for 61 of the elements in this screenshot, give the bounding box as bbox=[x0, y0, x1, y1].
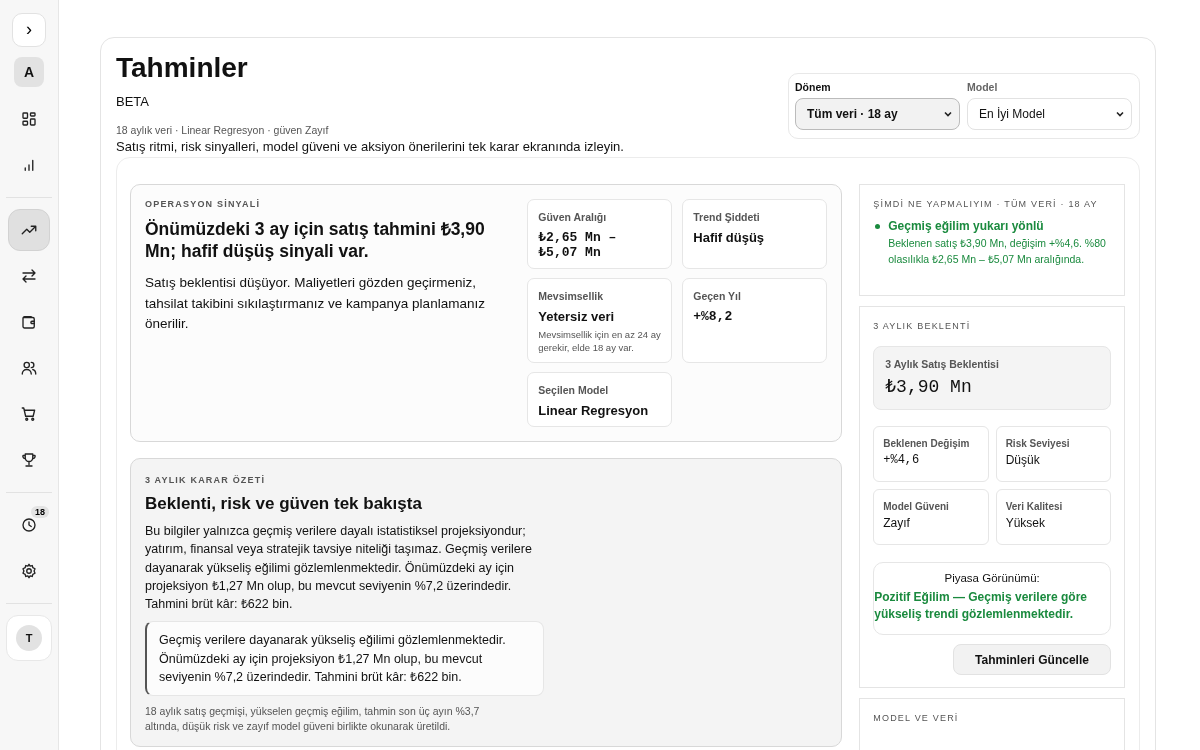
arrows-icon bbox=[20, 267, 38, 285]
page-title: Tahminler bbox=[116, 52, 249, 84]
section-eyebrow: 3 AYLIK KARAR ÖZETİ bbox=[145, 475, 267, 485]
users-icon bbox=[20, 359, 38, 377]
trophy-icon bbox=[20, 451, 38, 469]
metric-value: ₺2,65 Mn – ₺5,07 Mn bbox=[538, 230, 618, 260]
metric-value: Yüksek bbox=[1005, 516, 1046, 530]
metric-value: Linear Regresyon bbox=[538, 403, 650, 418]
filter-label: Dönem bbox=[795, 81, 832, 93]
summary-footnote: 18 aylık satış geçmişi, yükselen geçmiş eğilim, tahmin son üç ayın %3,7 altında, düşük risk ve zayıf model güveni birlikte okunarak üretildi. bbox=[145, 704, 481, 735]
metric-value: Zayıf bbox=[883, 516, 911, 530]
page-description: Satış ritmi, risk sinyalleri, model güveni ve aksiyon önerilerini tek karar ekranında izleyin. bbox=[116, 139, 624, 154]
beta-label: BETA bbox=[116, 94, 150, 109]
grid-icon bbox=[20, 110, 38, 128]
wallet-icon bbox=[20, 313, 38, 331]
metric-label: Seçilen Model bbox=[538, 384, 610, 396]
metric-value: +%8,2 bbox=[693, 309, 734, 324]
metric-value: +%4,6 bbox=[883, 453, 921, 467]
summary-title: Beklenti, risk ve güven tek bakışta bbox=[145, 494, 423, 514]
filter-label: Model bbox=[967, 81, 999, 93]
signal-headline: Önümüzdeki 3 ay için satış tahmini ₺3,90 Mn; hafif düşüş sinyali var. bbox=[145, 218, 486, 262]
forecast-label: 3 Aylık Satış Beklentisi bbox=[885, 358, 1000, 370]
chevron-down-icon bbox=[1115, 109, 1125, 119]
metric-value: Yetersiz veri bbox=[538, 309, 616, 324]
metric-label: Veri Kalitesi bbox=[1005, 501, 1064, 512]
update-button[interactable]: Tahminleri Güncelle bbox=[953, 644, 1111, 675]
summary-text: Bu bilgiler yalnızca geçmiş verilere dayalı istatistiksel projeksiyondur; yatırım, finansal veya stratejik tavsiye niteliği taşımaz. Geçmiş verilere dayanarak yükseliş eğilimi gözlemlenmektedir. Önümüzdeki ay için projeksiyon ₺1,27 Mn olup, bu mevcut seviyenin %7,2 üzerindedir. Tahmini brüt kâr: ₺622 bin. bbox=[145, 523, 533, 614]
metric-value: Hafif düşüş bbox=[693, 230, 766, 245]
chevron-down-icon bbox=[943, 109, 953, 119]
clock-icon bbox=[20, 516, 38, 534]
section-eyebrow: OPERASYON SİNYALİ bbox=[145, 199, 262, 209]
meta-text: 18 aylık veri · Linear Regresyon · güven Zayıf bbox=[116, 124, 330, 136]
metric-label: Beklenen Değişim bbox=[883, 438, 971, 449]
metric-label: Güven Aralığı bbox=[538, 211, 608, 223]
metric-label: Model Güveni bbox=[883, 501, 950, 512]
workspace-avatar[interactable]: A bbox=[14, 57, 44, 87]
sidebar-toggle[interactable]: › bbox=[12, 13, 46, 47]
market-text: Pozitif Eğilim — Geçmiş verilere göre yükseliş trendi gözlemlenmektedir. bbox=[874, 589, 1088, 623]
filter-select[interactable]: En İyi Model bbox=[967, 98, 1132, 130]
signal-text: Satış beklentisi düşüyor. Maliyetleri gözden geçirmeniz, tahsilat takibini sıkılaştırmanız ve kampanya planlamanız önerilir. bbox=[145, 274, 486, 333]
nav-item[interactable]: 18 bbox=[8, 504, 50, 546]
count-badge: 18 bbox=[31, 506, 49, 518]
metric-note: Mevsimsellik için en az 24 ay gerekir, elde 18 ay var. bbox=[538, 328, 662, 354]
section-eyebrow: MODEL VE VERİ bbox=[873, 713, 960, 723]
metric-label: Geçen Yıl bbox=[693, 290, 742, 302]
cart-icon bbox=[20, 405, 38, 423]
forecast-value: ₺3,90 Mn bbox=[885, 376, 973, 397]
metric-label: Trend Şiddeti bbox=[693, 211, 761, 223]
metric-label: Mevsimsellik bbox=[538, 290, 605, 302]
section-eyebrow: 3 AYLIK BEKLENTİ bbox=[873, 321, 972, 331]
market-label: Piyasa Görünümü: bbox=[943, 572, 1041, 584]
metric-value: Düşük bbox=[1005, 453, 1041, 467]
action-title: Geçmiş eğilim yukarı yönlü bbox=[888, 219, 1045, 233]
user-card[interactable]: T bbox=[6, 615, 52, 661]
metric-label: Risk Seviyesi bbox=[1005, 438, 1071, 449]
user-avatar: T bbox=[16, 625, 42, 651]
action-text: Beklenen satış ₺3,90 Mn, değişim +%4,6. %80 olasılıkla ₺2,65 Mn – ₺5,07 Mn aralığında. bbox=[888, 236, 1107, 267]
settings-icon bbox=[20, 562, 38, 580]
summary-quote: Geçmiş verilere dayanarak yükseliş eğilimi gözlemlenmektedir. Önümüzdeki ay için projeksiyon ₺1,27 Mn olup, bu mevcut seviyenin %7,2 üzerindedir. Tahmini brüt kâr: ₺622 bin. bbox=[145, 621, 544, 697]
filter-select[interactable]: Tüm veri · 18 ay bbox=[795, 98, 960, 130]
section-eyebrow: ŞİMDİ NE YAPMALIYIM · TÜM VERİ · 18 AY bbox=[873, 199, 1099, 209]
